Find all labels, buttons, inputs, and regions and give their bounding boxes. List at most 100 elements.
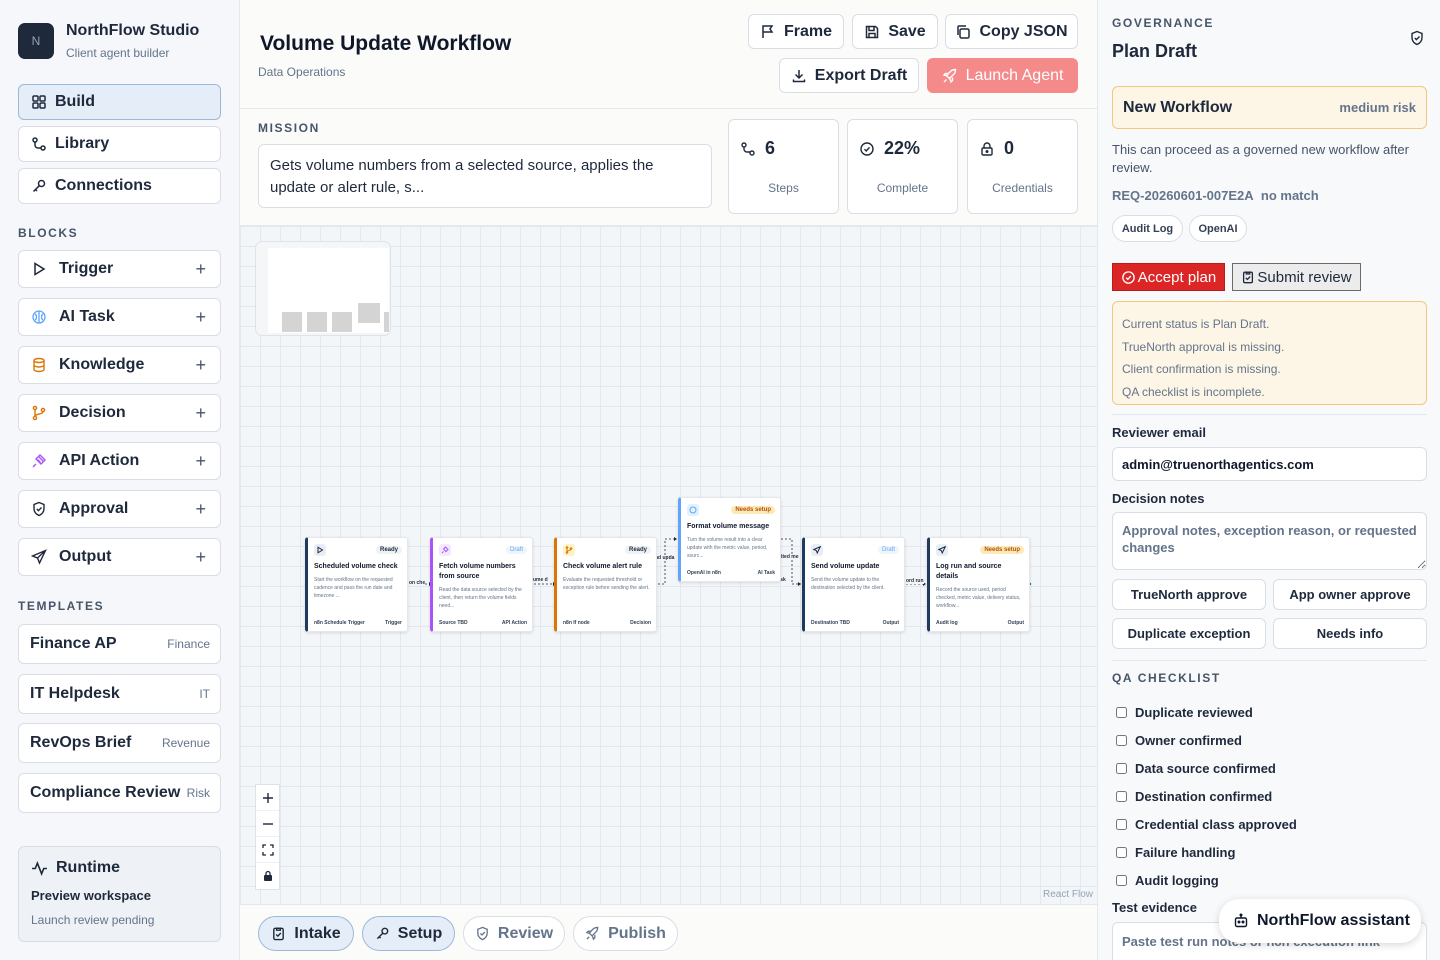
add-block-icon[interactable]: + — [195, 308, 206, 326]
lock-canvas-button[interactable] — [256, 863, 279, 889]
template-name: RevOps Brief — [30, 734, 132, 751]
add-block-icon[interactable]: + — [195, 404, 206, 422]
workflow-node-log-run-and-source[interactable]: Needs setup Log run and source details R… — [927, 537, 1030, 632]
nav-item-connections[interactable]: Connections — [18, 168, 221, 204]
frame-button[interactable]: Frame — [748, 14, 844, 49]
qa-item-destination-confirmed[interactable]: Destination confirmed — [1116, 789, 1272, 804]
add-block-icon[interactable]: + — [195, 356, 206, 374]
node-description: Start the workflow on the requested cade… — [314, 577, 393, 599]
needs-info-button[interactable]: Needs info — [1273, 618, 1427, 649]
node-description: Turn the volume result into a clear upda… — [687, 537, 768, 559]
status-item: QA checklist is incomplete. — [1122, 384, 1265, 399]
zoom-out-button[interactable] — [256, 811, 279, 837]
step-intake[interactable]: Intake — [258, 916, 354, 951]
step-review[interactable]: Review — [463, 916, 565, 951]
stat-value: 22% — [884, 138, 921, 158]
status-list: Current status is Plan Draft. TrueNorth … — [1112, 301, 1427, 405]
nav-item-library[interactable]: Library — [18, 126, 221, 162]
copy-json-button[interactable]: Copy JSON — [945, 14, 1078, 49]
add-block-icon[interactable]: + — [195, 500, 206, 518]
edge-label: ume d — [533, 577, 548, 583]
template-it-helpdesk[interactable]: IT Helpdesk IT — [18, 674, 221, 714]
workflow-node-send-volume-update[interactable]: Draft Send volume update Send the volume… — [802, 537, 905, 632]
tag-audit-log[interactable]: Audit Log — [1112, 215, 1183, 242]
key-icon — [32, 179, 46, 193]
block-ai-task[interactable]: AI Task + — [18, 298, 221, 336]
qa-item-owner-confirmed[interactable]: Owner confirmed — [1116, 733, 1242, 748]
brand-name: NorthFlow Studio — [66, 22, 200, 39]
qa-item-duplicate-reviewed[interactable]: Duplicate reviewed — [1116, 705, 1253, 720]
node-tool: Source TBD — [439, 620, 468, 626]
qa-checkbox[interactable] — [1116, 735, 1127, 746]
match-status: no match — [1260, 188, 1319, 203]
workflow-canvas[interactable]: on che ume d nd upda ited me ent or sk o… — [240, 225, 1097, 904]
workflow-node-check-volume-alert-rule[interactable]: Ready Check volume alert rule Evaluate t… — [554, 537, 657, 632]
accept-plan-button[interactable]: Accept plan — [1112, 263, 1225, 291]
template-compliance-review[interactable]: Compliance Review Risk — [18, 773, 221, 813]
export-draft-label: Export Draft — [814, 66, 908, 84]
submit-review-button[interactable]: Submit review — [1232, 263, 1361, 291]
assistant-button[interactable]: NorthFlow assistant — [1219, 899, 1421, 943]
shield-check-icon — [1411, 30, 1423, 46]
qa-checkbox[interactable] — [1116, 875, 1127, 886]
add-block-icon[interactable]: + — [195, 548, 206, 566]
library-icon — [32, 137, 46, 151]
workflow-node-format-volume-message[interactable]: Needs setup Format volume message Turn t… — [678, 497, 781, 582]
mission-text[interactable]: Gets volume numbers from a selected sour… — [258, 144, 712, 208]
qa-checkbox[interactable] — [1116, 763, 1127, 774]
truenorth-approve-button[interactable]: TrueNorth approve — [1112, 579, 1266, 610]
runtime-card: Runtime Preview workspace Launch review … — [18, 846, 221, 942]
block-api-action[interactable]: API Action + — [18, 442, 221, 480]
add-block-icon[interactable]: + — [195, 260, 206, 278]
template-finance-ap[interactable]: Finance AP Finance — [18, 624, 221, 664]
react-flow-attribution[interactable]: React Flow — [1043, 889, 1093, 900]
qa-item-data-source-confirmed[interactable]: Data source confirmed — [1116, 761, 1276, 776]
duplicate-exception-button[interactable]: Duplicate exception — [1112, 618, 1266, 649]
template-revops-brief[interactable]: RevOps Brief Revenue — [18, 723, 221, 763]
template-name: Compliance Review — [30, 784, 181, 801]
qa-checkbox[interactable] — [1116, 791, 1127, 802]
reviewer-email-field[interactable] — [1112, 447, 1427, 481]
qa-item-credential-class-approved[interactable]: Credential class approved — [1116, 817, 1297, 832]
qa-item-label: Data source confirmed — [1135, 761, 1276, 776]
decision-notes-field[interactable] — [1112, 512, 1427, 570]
zoom-in-button[interactable] — [256, 785, 279, 811]
plus-icon — [262, 792, 273, 803]
shield-icon — [477, 926, 488, 941]
qa-checkbox[interactable] — [1116, 707, 1127, 718]
key-icon — [376, 927, 389, 940]
qa-checkbox[interactable] — [1116, 819, 1127, 830]
add-block-icon[interactable]: + — [195, 452, 206, 470]
step-label: Setup — [397, 924, 443, 942]
play-icon — [314, 544, 326, 556]
step-setup[interactable]: Setup — [362, 916, 455, 951]
workflow-node-scheduled-volume-check[interactable]: Ready Scheduled volume check Start the w… — [305, 537, 408, 632]
block-approval[interactable]: Approval + — [18, 490, 221, 528]
template-name: IT Helpdesk — [30, 685, 120, 702]
block-decision[interactable]: Decision + — [18, 394, 221, 432]
export-draft-button[interactable]: Export Draft — [779, 58, 919, 93]
step-publish[interactable]: Publish — [573, 916, 678, 951]
plug-icon — [32, 454, 46, 468]
block-output[interactable]: Output + — [18, 538, 221, 576]
block-trigger[interactable]: Trigger + — [18, 250, 221, 288]
nav-item-label: Connections — [55, 177, 152, 194]
launch-agent-button[interactable]: Launch Agent — [927, 58, 1078, 93]
branch-icon — [32, 405, 46, 421]
tag-openai[interactable]: OpenAI — [1189, 215, 1247, 242]
block-knowledge[interactable]: Knowledge + — [18, 346, 221, 384]
step-label: Intake — [294, 924, 341, 942]
qa-item-failure-handling[interactable]: Failure handling — [1116, 845, 1235, 860]
app-owner-approve-button[interactable]: App owner approve — [1273, 579, 1427, 610]
save-label: Save — [888, 22, 926, 40]
nav-item-build[interactable]: Build — [18, 84, 221, 120]
save-button[interactable]: Save — [852, 14, 938, 49]
request-id: REQ-20260601-007E2A — [1112, 188, 1254, 203]
qa-checkbox[interactable] — [1116, 847, 1127, 858]
fit-view-button[interactable] — [256, 837, 279, 863]
step-bar: Intake Setup Review Publish — [240, 904, 1097, 960]
minus-icon — [262, 822, 273, 825]
workflow-node-fetch-volume-numbers[interactable]: Draft Fetch volume numbers from source R… — [430, 537, 533, 632]
qa-item-audit-logging[interactable]: Audit logging — [1116, 873, 1219, 888]
block-label: API Action — [59, 452, 140, 469]
